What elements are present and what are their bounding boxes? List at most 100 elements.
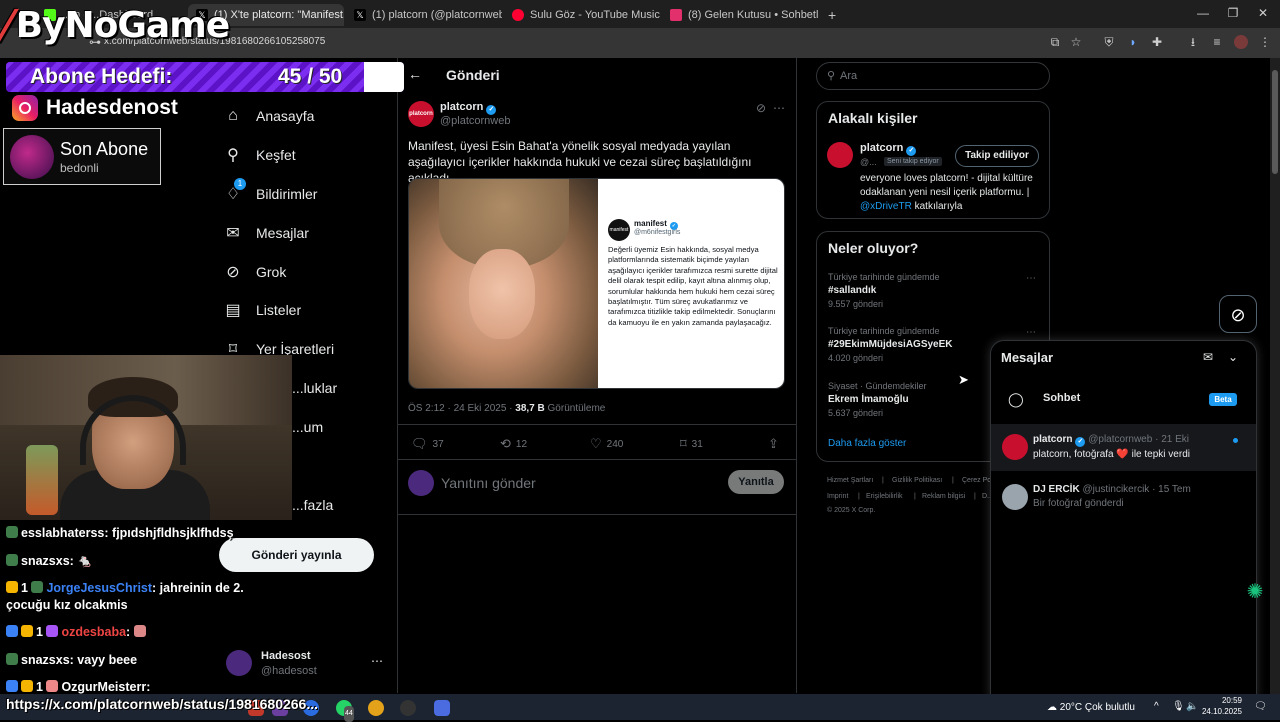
x-logo-icon: 𝕏 (354, 9, 366, 21)
nav-explore[interactable]: ⚲ Keşfet (224, 143, 296, 167)
trend-item[interactable]: Ekrem İmamoğlu (828, 394, 909, 405)
conversation-item[interactable] (991, 424, 1256, 471)
nav-home[interactable]: ⌂ Anasayfa (224, 104, 314, 128)
instagram-handle: Hadesdenost (12, 94, 178, 122)
tab-instagram-inbox[interactable]: (8) Gelen Kutusu • Sohbetler✕ (662, 4, 818, 26)
minimize-icon[interactable]: — (1196, 6, 1210, 20)
channel-logo: / ByNoGame (0, 0, 230, 50)
mention-link[interactable]: @xDriveTR (860, 201, 912, 212)
chevron-up-icon[interactable]: ^ (1154, 701, 1159, 712)
more-dots-icon[interactable]: ⋯ (1026, 273, 1036, 284)
tab-x-profile[interactable]: 𝕏(1) platcorn (@platcornweb) / X✕ (346, 4, 502, 26)
divider (397, 58, 398, 693)
grok-float-icon[interactable]: ⊘ (1219, 295, 1257, 333)
profile-avatar-icon[interactable] (1234, 35, 1248, 49)
post-button[interactable]: Gönderi yayınla (219, 538, 374, 572)
avatar[interactable]: platcorn (408, 101, 434, 127)
youtube-music-icon (512, 9, 524, 21)
nav-premium[interactable]: ...um (292, 415, 323, 439)
notification-icon[interactable]: 🗨 (1254, 701, 1267, 712)
chat-message: 1 JorgeJesusChrist: jahreinin de 2. (6, 581, 244, 595)
chat-tab[interactable]: Sohbet (1043, 392, 1080, 404)
share-icon: ⇪ (768, 436, 779, 451)
avatar (226, 650, 252, 676)
close-window-icon[interactable]: ✕ (1256, 6, 1270, 20)
footer-link[interactable]: Erişilebilirlik (866, 493, 903, 500)
post-photo[interactable] (409, 179, 598, 388)
shield-icon[interactable]: ⛨ (1102, 35, 1116, 49)
new-message-icon[interactable]: ✉ (1203, 350, 1213, 364)
instagram-icon (12, 95, 38, 121)
more-dots-icon[interactable]: ⋯ (371, 654, 383, 668)
more-dots-icon[interactable]: ⋯ (773, 101, 785, 115)
nav-communities[interactable]: ...luklar (292, 376, 337, 400)
verified-icon: ✓ (1075, 437, 1086, 447)
reply-action[interactable]: 🗨 37 (411, 436, 444, 452)
footer-sep: | (882, 477, 884, 484)
chatgpt-extension-icon[interactable]: ✺ (1243, 580, 1267, 604)
trend-item[interactable]: #29EkimMüjdesiAGSyeEK (828, 339, 953, 350)
like-action[interactable]: ♡ 240 (590, 436, 623, 452)
new-tab-button[interactable]: + (820, 4, 840, 26)
more-dots-icon[interactable]: ⋯ (1026, 327, 1036, 338)
author-handle[interactable]: @platcornweb (440, 115, 510, 127)
conversation-preview: platcorn, fotoğrafa ❤️ ile tepki verdi (1033, 449, 1190, 460)
subscriber-goal-bar: Abone Hedefi: 45 / 50 (6, 62, 404, 92)
media-control-icon[interactable]: ≡ (1210, 35, 1224, 49)
grok-icon[interactable]: ⊘ (756, 101, 766, 115)
chat-message: 1 OzgurMeisterr: (6, 680, 150, 694)
app-icon[interactable] (434, 700, 450, 716)
embedded-tweet-screenshot[interactable]: manifest manifest ✓ @m6nifestgirls Değerl… (598, 179, 784, 388)
divider (398, 424, 796, 425)
maximize-icon[interactable]: ❐ (1226, 6, 1240, 20)
nav-more[interactable]: ...fazla (292, 493, 333, 517)
obs-icon[interactable] (400, 700, 416, 716)
show-more-link[interactable]: Daha fazla göster (828, 438, 906, 449)
scrollbar[interactable] (1270, 58, 1280, 694)
footer-link[interactable]: Imprint (827, 493, 848, 500)
trend-count: 4.020 gönderi (828, 353, 884, 363)
share-action[interactable]: ⇪ (768, 436, 779, 452)
volume-icon[interactable]: 🔈 (1186, 701, 1198, 712)
download-icon[interactable]: ⭳ (1186, 35, 1200, 49)
bookmark-star-icon[interactable]: ☆ (1069, 35, 1083, 49)
trend-item[interactable]: #sallandık (828, 285, 876, 296)
post-meta: ÖS 2:12 · 24 Eki 2025 · 38,7 B Görüntüle… (408, 403, 606, 414)
chevron-down-icon[interactable]: ⌄ (1228, 350, 1238, 364)
author-name[interactable]: platcorn ✓ (440, 101, 497, 115)
emote-icon (46, 625, 59, 637)
bookmark-action[interactable]: ⌑ 31 (680, 436, 703, 452)
translate-icon[interactable]: ◗ (1126, 35, 1140, 49)
back-arrow-icon[interactable]: ← (408, 66, 422, 82)
nav-notifications[interactable]: ♢ 1 Bildirimler (224, 178, 317, 206)
following-button[interactable]: Takip ediliyor (955, 145, 1039, 167)
nav-grok[interactable]: ⊘ Grok (224, 260, 286, 284)
instagram-icon (670, 9, 682, 21)
footer-link[interactable]: Reklam bilgisi (922, 493, 965, 500)
notification-badge: 1 (234, 178, 246, 190)
reply-button[interactable]: Yanıtla (728, 470, 784, 494)
repost-action[interactable]: ⟲ 12 (500, 436, 527, 452)
conversation-name: platcorn (1033, 434, 1073, 445)
account-switcher[interactable]: Hadesost @hadesost ⋯ (226, 648, 391, 682)
avatar[interactable] (827, 142, 853, 168)
menu-kebab-icon[interactable]: ⋮ (1258, 35, 1272, 49)
nav-messages[interactable]: ✉ Mesajlar (224, 221, 309, 245)
reply-input[interactable]: Yanıtını gönder (441, 475, 536, 491)
chrome-icon[interactable] (368, 700, 384, 716)
footer-sep: | (974, 493, 976, 500)
tab-youtube-music[interactable]: Sulu Göz - YouTube Music🔊✕ (504, 4, 660, 26)
overlay-url-text: https://x.com/platcornweb/status/1981680… (6, 696, 319, 712)
related-name[interactable]: platcorn ✓ (860, 142, 917, 156)
clock[interactable]: 20:59 24.10.2025 (1198, 695, 1242, 717)
footer-link[interactable]: Hizmet Şartları (827, 477, 873, 484)
weather-widget[interactable]: ☁ 20°C Çok bulutlu (1047, 702, 1135, 713)
nav-lists[interactable]: ▤ Listeler (224, 298, 301, 322)
install-app-icon[interactable]: ⧉ (1048, 35, 1062, 49)
mic-icon[interactable]: 🎙 (1172, 701, 1185, 712)
whatsapp-icon[interactable]: 44 (336, 700, 354, 722)
post-media[interactable]: manifest manifest ✓ @m6nifestgirls Değerl… (408, 178, 785, 389)
footer-link[interactable]: Gizlilik Politikası (892, 477, 942, 484)
extensions-icon[interactable]: ✚ (1150, 35, 1164, 49)
search-input[interactable]: ⚲ Ara (816, 62, 1050, 90)
